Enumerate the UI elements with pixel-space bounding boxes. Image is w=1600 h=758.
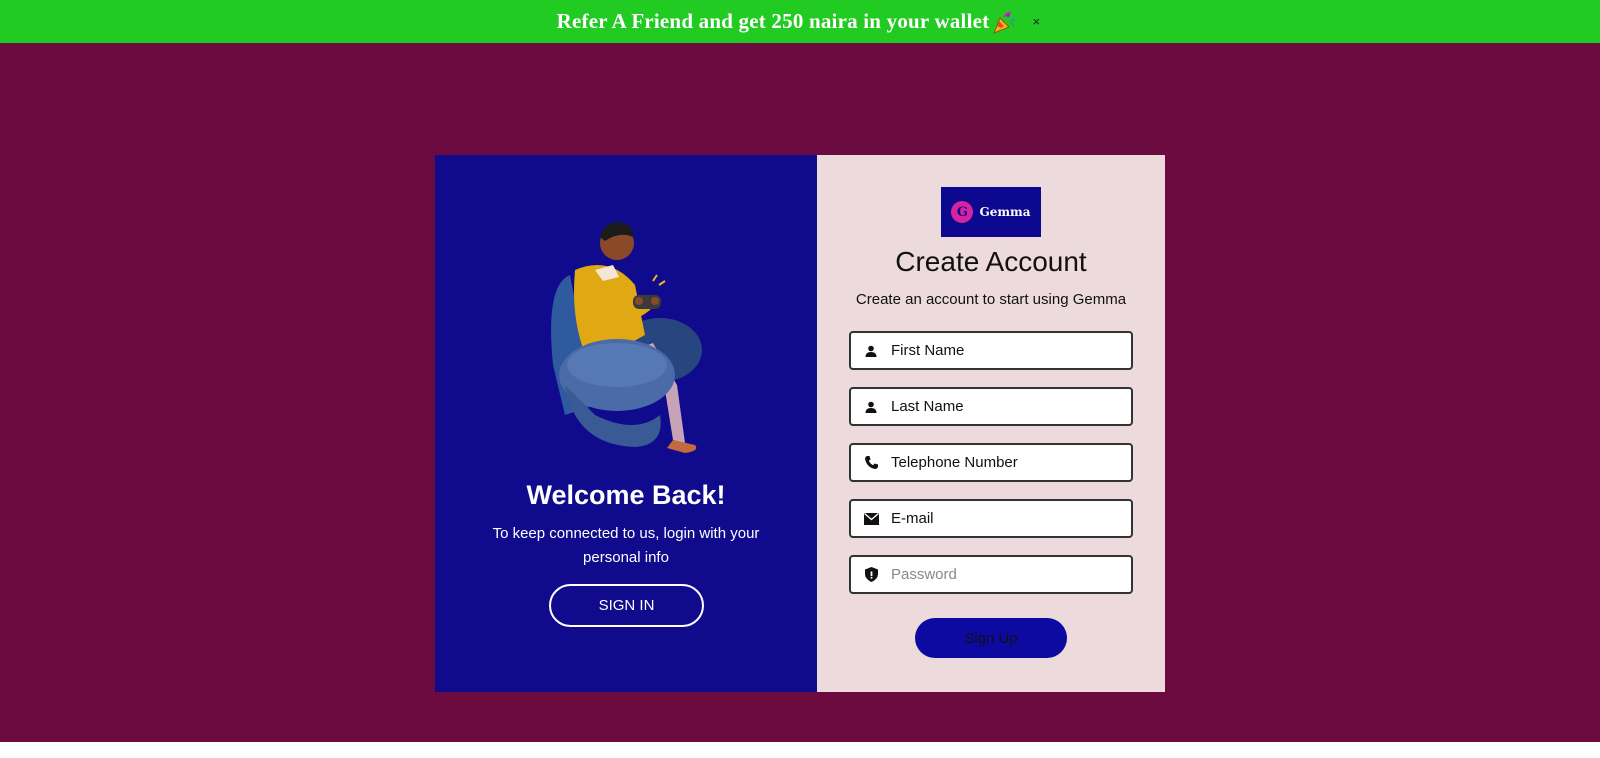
shield-icon bbox=[851, 567, 891, 582]
mail-icon bbox=[851, 512, 891, 525]
last-name-field[interactable] bbox=[849, 387, 1133, 426]
phone-icon bbox=[851, 455, 891, 470]
sign-up-button[interactable]: Sign Up bbox=[915, 618, 1067, 658]
email-input[interactable] bbox=[891, 510, 1121, 527]
first-name-field[interactable] bbox=[849, 331, 1133, 370]
user-icon bbox=[851, 345, 891, 357]
email-field[interactable] bbox=[849, 499, 1133, 538]
promo-banner: Refer A Friend and get 250 naira in your… bbox=[0, 0, 1600, 43]
logo-text: Gemma bbox=[979, 205, 1031, 219]
bottom-strip bbox=[0, 742, 1600, 758]
welcome-subtitle: To keep connected to us, login with your… bbox=[492, 525, 760, 566]
form-title: Create Account bbox=[895, 246, 1087, 277]
person-gaming-illustration bbox=[535, 215, 725, 470]
sign-in-button[interactable]: SIGN IN bbox=[549, 584, 704, 627]
telephone-input[interactable] bbox=[891, 454, 1121, 471]
form-subtitle: Create an account to start using Gemma bbox=[855, 291, 1127, 308]
user-icon bbox=[851, 401, 891, 413]
auth-card: Welcome Back! To keep connected to us, l… bbox=[435, 155, 1165, 692]
password-input[interactable] bbox=[891, 566, 1121, 583]
banner-close-icon[interactable]: × bbox=[1029, 14, 1043, 29]
password-field[interactable] bbox=[849, 555, 1133, 594]
telephone-field[interactable] bbox=[849, 443, 1133, 482]
promo-banner-text: Refer A Friend and get 250 naira in your… bbox=[556, 9, 990, 33]
party-popper-icon bbox=[991, 9, 1017, 35]
last-name-input[interactable] bbox=[891, 398, 1121, 415]
signup-panel: G Gemma Create Account Create an account… bbox=[817, 155, 1165, 692]
gemma-logo: G Gemma bbox=[941, 187, 1041, 237]
first-name-input[interactable] bbox=[891, 342, 1121, 359]
welcome-panel: Welcome Back! To keep connected to us, l… bbox=[435, 155, 817, 692]
logo-mark: G bbox=[951, 201, 974, 223]
welcome-title: Welcome Back! bbox=[526, 480, 726, 510]
